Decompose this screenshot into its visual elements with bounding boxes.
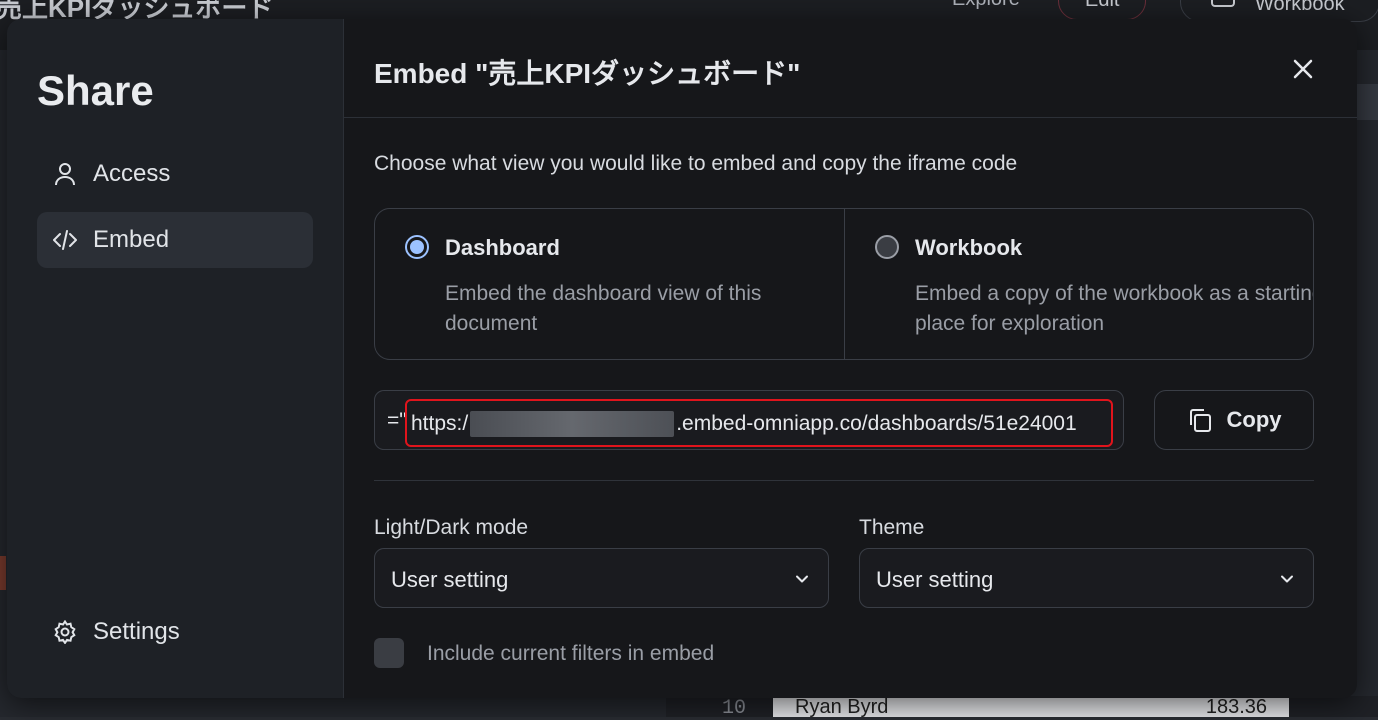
background-stripe	[1356, 84, 1378, 120]
background-accent-bar	[0, 556, 6, 590]
workbook-button-label: Workbook	[1255, 0, 1345, 15]
theme-select[interactable]: User setting	[859, 548, 1314, 608]
option-description: Embed a copy of the workbook as a starti…	[915, 279, 1314, 339]
sidebar-title: Share	[37, 67, 154, 115]
iframe-code-field[interactable]: =" https:/ .embed-omniapp.co/dashboards/…	[374, 390, 1124, 450]
workbook-icon	[1211, 0, 1235, 7]
light-dark-select[interactable]: User setting	[374, 548, 829, 608]
option-title: Workbook	[915, 235, 1022, 261]
light-dark-value: User setting	[391, 567, 508, 592]
chevron-down-icon	[1279, 571, 1295, 587]
embed-description: Choose what view you would like to embed…	[374, 152, 1017, 176]
light-dark-label: Light/Dark mode	[374, 516, 528, 540]
sidebar-item-label: Access	[93, 160, 170, 188]
sidebar-item-label: Settings	[93, 618, 180, 646]
code-icon	[53, 228, 77, 252]
sidebar-item-access[interactable]: Access	[37, 146, 313, 202]
section-divider	[374, 480, 1314, 481]
workbook-radio[interactable]	[875, 235, 899, 259]
share-sidebar: Share Access Embed	[7, 19, 344, 698]
user-icon	[53, 162, 77, 186]
url-start: https:/	[411, 412, 468, 436]
dialog-title: Embed "売上KPIダッシュボード"	[374, 52, 800, 92]
redacted-subdomain	[470, 411, 674, 437]
chevron-down-icon	[794, 571, 810, 587]
dashboard-radio[interactable]	[405, 235, 429, 259]
table-cell: Ryan Byrd 183.36	[773, 696, 1289, 717]
row-value: 183.36	[1206, 696, 1267, 719]
embed-header: Embed "売上KPIダッシュボード"	[344, 19, 1357, 118]
gear-icon	[53, 620, 77, 644]
sidebar-item-embed[interactable]: Embed	[37, 212, 313, 268]
explore-button[interactable]: Explore	[952, 0, 1020, 11]
url-highlight: https:/ .embed-omniapp.co/dashboards/51e…	[405, 399, 1113, 447]
include-filters-checkbox[interactable]	[374, 638, 404, 668]
row-name: Ryan Byrd	[795, 696, 888, 718]
code-prefix: ="	[387, 409, 407, 433]
theme-value: User setting	[876, 567, 993, 592]
edit-button[interactable]: Edit	[1058, 0, 1146, 20]
close-button[interactable]	[1286, 52, 1320, 86]
close-icon	[1286, 52, 1320, 86]
embed-url: https:/ .embed-omniapp.co/dashboards/51e…	[411, 411, 1077, 437]
embed-panel: Embed "売上KPIダッシュボード" Choose what view yo…	[344, 19, 1357, 698]
sidebar-item-label: Embed	[93, 226, 169, 254]
copy-button[interactable]: Copy	[1154, 390, 1314, 450]
option-workbook[interactable]: Workbook Embed a copy of the workbook as…	[844, 209, 1313, 359]
sidebar-item-settings[interactable]: Settings	[37, 604, 313, 660]
share-modal: Share Access Embed	[7, 19, 1357, 698]
url-end: .embed-omniapp.co/dashboards/51e24001	[676, 412, 1076, 436]
include-filters-label: Include current filters in embed	[427, 642, 714, 666]
theme-label: Theme	[859, 516, 924, 540]
copy-button-label: Copy	[1227, 407, 1282, 433]
option-description: Embed the dashboard view of this documen…	[445, 279, 765, 339]
option-dashboard[interactable]: Dashboard Embed the dashboard view of th…	[375, 209, 844, 359]
embed-view-options: Dashboard Embed the dashboard view of th…	[374, 208, 1314, 360]
option-title: Dashboard	[445, 235, 560, 261]
copy-icon	[1187, 407, 1213, 433]
